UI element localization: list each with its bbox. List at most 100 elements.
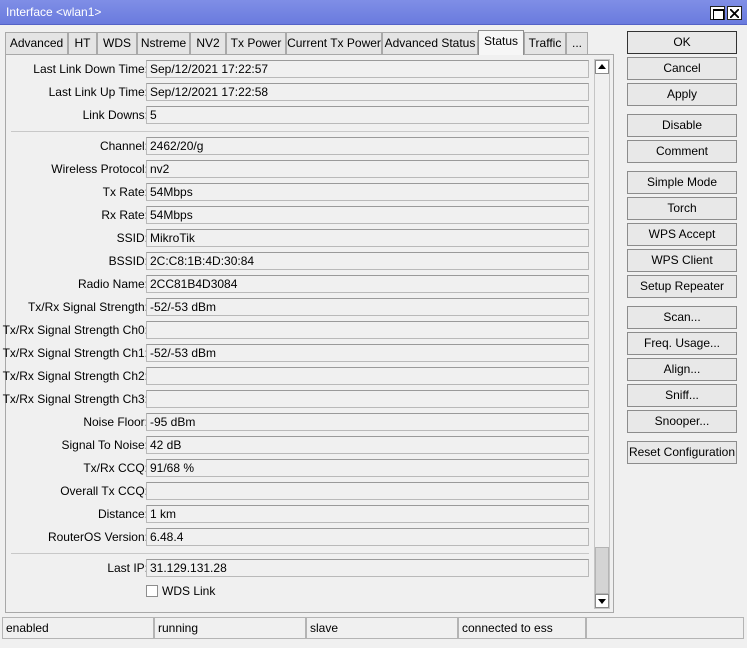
ok-button[interactable]: OK — [627, 31, 737, 54]
simple-mode-button[interactable]: Simple Mode — [627, 171, 737, 194]
field-label: Tx/Rx Signal Strength Ch1: — [2, 346, 148, 360]
field-label: Last Link Down Time: — [33, 62, 148, 76]
tab-traffic[interactable]: Traffic — [524, 32, 566, 54]
snooper-button[interactable]: Snooper... — [627, 410, 737, 433]
field-signal-to-noise: Signal To Noise: 42 dB — [6, 436, 596, 454]
field-label: Tx/Rx Signal Strength Ch3: — [2, 392, 148, 406]
field-label: BSSID: — [108, 254, 148, 268]
tab-current-tx-power[interactable]: Current Tx Power — [286, 32, 382, 54]
field-label: Tx/Rx Signal Strength Ch2: — [2, 369, 148, 383]
field-radio-name: Radio Name: 2CC81B4D3084 — [6, 275, 596, 293]
wds-link-label: WDS Link — [162, 584, 216, 598]
section-divider — [11, 553, 589, 554]
arrow-up-icon[interactable] — [595, 60, 609, 74]
align-button[interactable]: Align... — [627, 358, 737, 381]
distance-value[interactable]: 1 km — [146, 505, 589, 523]
field-last-ip: Last IP: 31.129.131.28 — [6, 559, 596, 577]
field-last-link-down-time: Last Link Down Time: Sep/12/2021 17:22:5… — [6, 60, 596, 78]
field-label: Tx/Rx Signal Strength Ch0: — [2, 323, 148, 337]
field-label: Overall Tx CCQ: — [60, 484, 148, 498]
tab-advanced-status[interactable]: Advanced Status — [382, 32, 478, 54]
field-signal-strength-ch2: Tx/Rx Signal Strength Ch2: — [2, 367, 596, 385]
tab-nstreme[interactable]: Nstreme — [137, 32, 190, 54]
field-label: Channel: — [99, 139, 148, 153]
field-bssid: BSSID: 2C:C8:1B:4D:30:84 — [6, 252, 596, 270]
status-bar: enabled running slave connected to ess — [2, 617, 744, 639]
freq-usage-button[interactable]: Freq. Usage... — [627, 332, 737, 355]
last-ip-value[interactable]: 31.129.131.28 — [146, 559, 589, 577]
signal-strength-ch3-value[interactable] — [146, 390, 589, 408]
wds-link-checkbox[interactable] — [146, 585, 158, 597]
wireless-protocol-value[interactable]: nv2 — [146, 160, 589, 178]
signal-strength-ch1-value[interactable]: -52/-53 dBm — [146, 344, 589, 362]
setup-repeater-button[interactable]: Setup Repeater — [627, 275, 737, 298]
maximize-icon[interactable] — [710, 6, 725, 20]
field-label: Signal To Noise: — [61, 438, 149, 452]
field-wireless-protocol: Wireless Protocol: nv2 — [6, 160, 596, 178]
reset-configuration-button[interactable]: Reset Configuration — [627, 441, 737, 464]
link-downs-value[interactable]: 5 — [146, 106, 589, 124]
window-title: Interface <wlan1> — [6, 5, 102, 19]
field-link-downs: Link Downs: 5 — [6, 106, 596, 124]
arrow-down-icon[interactable] — [595, 594, 609, 608]
rx-rate-value[interactable]: 54Mbps — [146, 206, 589, 224]
status-enabled: enabled — [2, 617, 154, 639]
field-label: Wireless Protocol: — [51, 162, 148, 176]
routeros-version-value[interactable]: 6.48.4 — [146, 528, 589, 546]
field-routeros-version: RouterOS Version: 6.48.4 — [6, 528, 596, 546]
title-bar: Interface <wlan1> — [0, 0, 747, 25]
field-label: Tx Rate: — [102, 185, 148, 199]
field-distance: Distance: 1 km — [6, 505, 596, 523]
ssid-value[interactable]: MikroTik — [146, 229, 589, 247]
field-channel: Channel: 2462/20/g — [6, 137, 596, 155]
wps-accept-button[interactable]: WPS Accept — [627, 223, 737, 246]
signal-strength-ch0-value[interactable] — [146, 321, 589, 339]
wps-client-button[interactable]: WPS Client — [627, 249, 737, 272]
sniff-button[interactable]: Sniff... — [627, 384, 737, 407]
comment-button[interactable]: Comment — [627, 140, 737, 163]
tab-advanced[interactable]: Advanced — [5, 32, 68, 54]
scrollbar-thumb[interactable] — [595, 547, 609, 594]
field-label: Distance: — [97, 507, 148, 521]
status-running: running — [154, 617, 306, 639]
signal-strength-value[interactable]: -52/-53 dBm — [146, 298, 589, 316]
txrx-ccq-value[interactable]: 91/68 % — [146, 459, 589, 477]
scan-button[interactable]: Scan... — [627, 306, 737, 329]
vertical-scrollbar[interactable] — [594, 59, 610, 609]
tx-rate-value[interactable]: 54Mbps — [146, 183, 589, 201]
status-slave: slave — [306, 617, 458, 639]
cancel-button[interactable]: Cancel — [627, 57, 737, 80]
close-icon[interactable] — [727, 6, 742, 20]
field-label: Tx/Rx Signal Strength: — [27, 300, 148, 314]
field-txrx-ccq: Tx/Rx CCQ: 91/68 % — [6, 459, 596, 477]
field-label: RouterOS Version: — [47, 530, 148, 544]
tab-nv2[interactable]: NV2 — [190, 32, 226, 54]
field-noise-floor: Noise Floor: -95 dBm — [6, 413, 596, 431]
last-link-up-time-value[interactable]: Sep/12/2021 17:22:58 — [146, 83, 589, 101]
field-label: Last IP: — [107, 561, 148, 575]
overall-tx-ccq-value[interactable] — [146, 482, 589, 500]
field-signal-strength-ch3: Tx/Rx Signal Strength Ch3: — [2, 390, 596, 408]
tab-status[interactable]: Status — [478, 30, 524, 55]
apply-button[interactable]: Apply — [627, 83, 737, 106]
bssid-value[interactable]: 2C:C8:1B:4D:30:84 — [146, 252, 589, 270]
tab-more[interactable]: ... — [566, 32, 588, 54]
signal-to-noise-value[interactable]: 42 dB — [146, 436, 589, 454]
torch-button[interactable]: Torch — [627, 197, 737, 220]
field-label: Tx/Rx CCQ: — [83, 461, 148, 475]
section-divider — [11, 131, 589, 132]
field-signal-strength-ch1: Tx/Rx Signal Strength Ch1: -52/-53 dBm — [2, 344, 596, 362]
field-label: Last Link Up Time: — [48, 85, 148, 99]
tab-tx-power[interactable]: Tx Power — [226, 32, 286, 54]
radio-name-value[interactable]: 2CC81B4D3084 — [146, 275, 589, 293]
field-signal-strength: Tx/Rx Signal Strength: -52/-53 dBm — [6, 298, 596, 316]
status-connection: connected to ess — [458, 617, 586, 639]
tab-wds[interactable]: WDS — [97, 32, 137, 54]
disable-button[interactable]: Disable — [627, 114, 737, 137]
last-link-down-time-value[interactable]: Sep/12/2021 17:22:57 — [146, 60, 589, 78]
noise-floor-value[interactable]: -95 dBm — [146, 413, 589, 431]
field-label: Link Downs: — [82, 108, 148, 122]
channel-value[interactable]: 2462/20/g — [146, 137, 589, 155]
tab-ht[interactable]: HT — [68, 32, 97, 54]
signal-strength-ch2-value[interactable] — [146, 367, 589, 385]
